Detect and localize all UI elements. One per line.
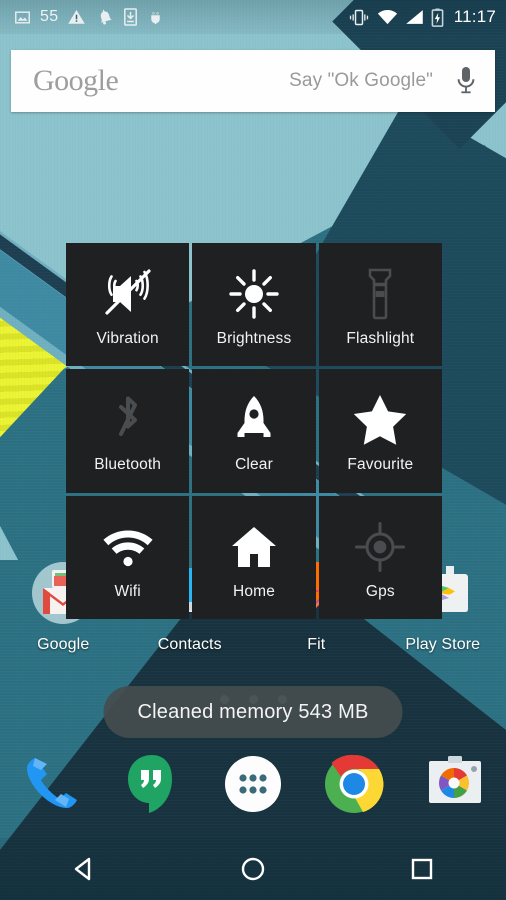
search-hint-text: Say "Ok Google" xyxy=(289,70,433,91)
download-icon xyxy=(124,8,138,26)
tile-label: Favourite xyxy=(347,456,414,474)
dock-item-app-drawer[interactable] xyxy=(202,751,303,817)
tile-vibration[interactable]: Vibration xyxy=(66,243,190,367)
dock-item-phone[interactable] xyxy=(0,751,101,817)
tile-label: Gps xyxy=(365,582,395,600)
home-icon xyxy=(229,516,279,578)
wifi-icon xyxy=(101,516,155,578)
tile-label: Clear xyxy=(235,456,273,474)
back-button[interactable] xyxy=(0,855,169,883)
battery-charging-icon xyxy=(431,8,444,27)
app-label: Contacts xyxy=(157,636,222,653)
tile-label: Flashlight xyxy=(346,329,415,347)
tile-bluetooth[interactable]: Bluetooth xyxy=(66,369,190,493)
notification-count: 55 xyxy=(40,8,59,25)
toast-message: Cleaned memory 543 MB xyxy=(137,700,369,723)
status-bar-left-icons: 55 xyxy=(14,8,164,26)
tile-home[interactable]: Home xyxy=(192,495,316,619)
cell-signal-icon xyxy=(405,10,423,24)
app-label: Google xyxy=(37,636,90,653)
app-label: Play Store xyxy=(405,636,481,653)
tile-wifi[interactable]: Wifi xyxy=(66,495,190,619)
flashlight-icon xyxy=(364,263,396,325)
app-drawer-icon xyxy=(220,751,286,817)
hangouts-icon xyxy=(119,751,185,817)
dock xyxy=(0,740,506,828)
star-icon xyxy=(352,389,408,451)
gps-crosshair-icon xyxy=(354,516,406,578)
bluetooth-icon xyxy=(110,389,146,451)
tile-label: Wifi xyxy=(114,582,141,600)
recents-button[interactable] xyxy=(337,855,506,883)
recents-square-icon xyxy=(411,858,432,880)
tile-flashlight[interactable]: Flashlight xyxy=(318,243,442,367)
tile-clear[interactable]: Clear xyxy=(192,369,316,493)
status-bar-clock: 11:17 xyxy=(453,7,496,26)
phone-icon xyxy=(18,751,84,817)
app-label: Fit xyxy=(307,636,326,653)
vibrate-icon xyxy=(349,9,368,25)
home-button[interactable] xyxy=(169,855,338,883)
toast-notification: Cleaned memory 543 MB xyxy=(103,686,403,738)
navigation-bar xyxy=(0,838,506,900)
sun-brightness-icon xyxy=(228,263,280,325)
toolbox-widget-grid: Vibration Brightness Flashlight Bluetoot… xyxy=(66,243,442,619)
warning-icon xyxy=(68,9,86,24)
dock-item-chrome[interactable] xyxy=(304,751,405,817)
tile-brightness[interactable]: Brightness xyxy=(192,243,316,367)
tile-label: Bluetooth xyxy=(94,456,162,474)
dock-item-hangouts[interactable] xyxy=(101,751,202,817)
notification-bell-icon xyxy=(101,9,113,25)
microphone-icon[interactable] xyxy=(455,65,477,97)
tile-label: Vibration xyxy=(96,329,159,347)
android-bug-icon xyxy=(151,12,161,25)
tile-favourite[interactable]: Favourite xyxy=(318,369,442,493)
camera-icon xyxy=(422,751,488,817)
chrome-icon xyxy=(321,751,387,817)
google-search-bar[interactable]: Google Say "Ok Google" xyxy=(11,50,495,112)
rocket-icon xyxy=(231,389,277,451)
google-logo: Google xyxy=(33,64,119,97)
volume-mute-vibrate-icon xyxy=(100,263,156,325)
image-icon xyxy=(15,10,30,24)
tile-gps[interactable]: Gps xyxy=(318,495,442,619)
back-triangle-icon xyxy=(75,857,91,881)
status-bar[interactable]: 55 11:17 xyxy=(0,0,506,34)
wifi-icon xyxy=(377,10,397,25)
tile-label: Brightness xyxy=(216,329,292,347)
dock-item-camera[interactable] xyxy=(405,751,506,817)
tile-label: Home xyxy=(233,582,275,600)
status-bar-right-icons: 11:17 xyxy=(348,7,496,27)
home-circle-icon xyxy=(241,857,265,881)
